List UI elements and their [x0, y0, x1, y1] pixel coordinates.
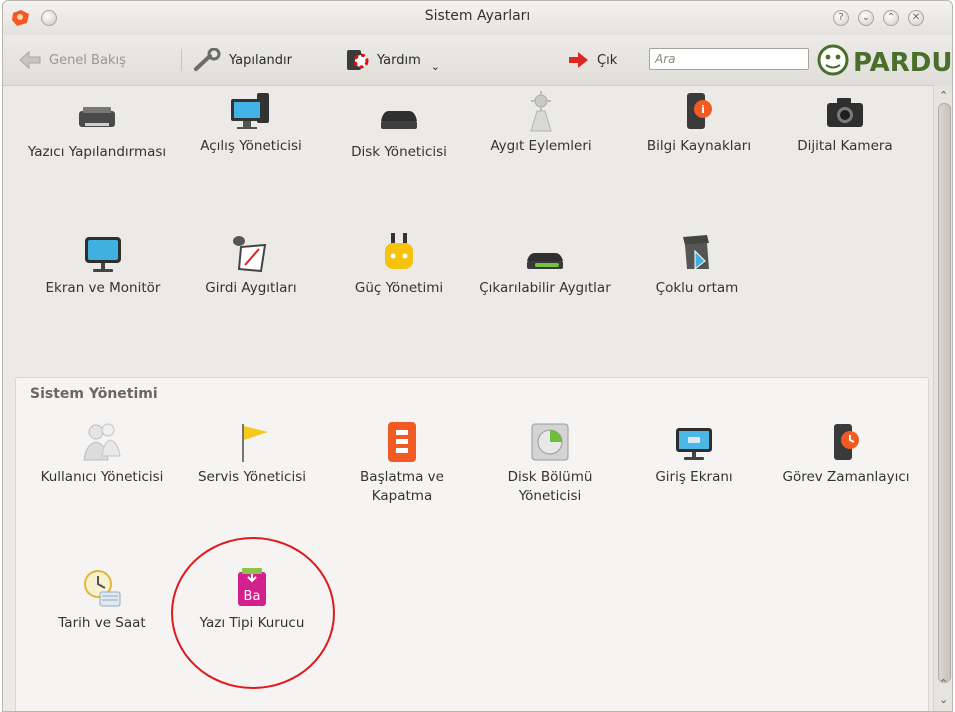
toolbar: Genel Bakış Yapılandır Yardım ⌄ Çık Ara … — [3, 35, 952, 86]
module-label: Girdi Aygıtları — [205, 280, 297, 296]
module-startup-shutdown[interactable]: Başlatma ve Kapatma — [332, 420, 472, 506]
login-screen-icon — [676, 428, 712, 460]
module-label: Disk Bölümü Yöneticisi — [507, 469, 593, 504]
module-font-installer[interactable]: Ba Yazı Tipi Kurucu — [182, 566, 322, 633]
module-device-actions[interactable]: Aygıt Eylemleri — [471, 89, 611, 156]
module-label: Çıkarılabilir Aygıtlar — [479, 280, 611, 296]
module-label: Başlatma ve Kapatma — [360, 469, 444, 504]
scroll-down-arrow-icon[interactable]: ⌄ — [939, 693, 948, 706]
help-title-button[interactable]: ? — [833, 10, 849, 26]
module-printer-config[interactable]: Yazıcı Yapılandırması — [27, 95, 167, 162]
system-settings-window: Sistem Ayarları ? ⌄ ⌃ ✕ Genel Bakış Yapı… — [2, 0, 953, 712]
chevron-down-icon: ⌄ — [430, 59, 440, 73]
module-partition-manager[interactable]: Disk Bölümü Yöneticisi — [480, 420, 620, 506]
startup-icon — [388, 422, 416, 462]
scroll-thumb[interactable] — [938, 103, 951, 683]
module-input-devices[interactable]: Girdi Aygıtları — [181, 231, 321, 298]
svg-text:Ba: Ba — [244, 589, 261, 604]
info-sources-icon: i — [687, 93, 712, 129]
input-devices-icon — [233, 236, 267, 273]
help-label: Yardım — [377, 52, 421, 68]
module-login-screen[interactable]: Giriş Ekranı — [624, 420, 764, 487]
overview-button[interactable]: Genel Bakış — [17, 35, 126, 85]
help-menu-button[interactable]: Yardım ⌄ — [343, 35, 440, 85]
module-label: Tarih ve Saat — [58, 615, 146, 631]
module-display-monitor[interactable]: Ekran ve Monitör — [33, 231, 173, 298]
configure-button[interactable]: Yapılandır — [193, 35, 292, 85]
module-boot-manager[interactable]: Açılış Yöneticisi — [181, 89, 321, 156]
multimedia-icon — [683, 235, 709, 271]
configure-label: Yapılandır — [229, 52, 293, 68]
module-user-manager[interactable]: Kullanıcı Yöneticisi — [32, 420, 172, 487]
module-removable-devices[interactable]: Çıkarılabilir Aygıtlar — [475, 231, 615, 298]
overview-label: Genel Bakış — [49, 52, 126, 68]
camera-icon — [827, 98, 863, 127]
module-power-management[interactable]: Güç Yönetimi — [329, 231, 469, 298]
toolbar-separator — [181, 49, 182, 71]
svg-text:i: i — [701, 103, 705, 116]
module-label: Aygıt Eylemleri — [490, 138, 592, 154]
settings-content: Yazıcı Yapılandırması Açılış Yöneticisi … — [3, 85, 933, 711]
module-label: Açılış Yöneticisi — [200, 138, 302, 154]
module-label: Yazıcı Yapılandırması — [27, 144, 167, 160]
module-label: Görev Zamanlayıcı — [782, 469, 910, 485]
help-life-ring-icon — [347, 50, 369, 70]
module-label: Dijital Kamera — [797, 138, 893, 154]
module-info-sources[interactable]: i Bilgi Kaynakları — [629, 89, 769, 156]
module-label: Yazı Tipi Kurucu — [199, 615, 305, 631]
device-actions-icon — [530, 91, 552, 132]
quit-button[interactable]: Çık — [567, 35, 617, 85]
module-disk-manager[interactable]: Disk Yöneticisi — [329, 95, 469, 162]
search-input[interactable] — [649, 48, 809, 70]
removable-drive-icon — [527, 253, 563, 269]
module-label: Ekran ve Monitör — [45, 280, 161, 296]
module-label: Disk Yöneticisi — [351, 144, 447, 160]
maximize-button[interactable]: ⌃ — [883, 10, 899, 26]
close-button[interactable]: ✕ — [908, 10, 924, 26]
scroll-up-arrow-icon[interactable]: ⌃ — [939, 89, 948, 102]
title-bar: Sistem Ayarları ? ⌄ ⌃ ✕ — [3, 1, 952, 35]
module-digital-camera[interactable]: Dijital Kamera — [775, 89, 915, 156]
vertical-scrollbar[interactable]: ⌃ ⌃ ⌄ — [933, 85, 952, 711]
font-installer-icon: Ba — [238, 568, 266, 606]
users-icon — [83, 423, 121, 461]
module-label: Servis Yöneticisi — [197, 469, 307, 485]
module-label: Giriş Ekranı — [655, 469, 733, 485]
wrench-icon — [194, 48, 221, 71]
module-multimedia[interactable]: Çoklu ortam — [627, 231, 767, 298]
module-label: Çoklu ortam — [655, 280, 739, 296]
clock-icon — [84, 570, 121, 607]
flag-icon — [242, 424, 268, 462]
back-arrow-icon — [19, 50, 41, 70]
quit-label: Çık — [597, 52, 618, 68]
system-management-section: Sistem Yönetimi Kullanıcı Yöneticisi Ser… — [15, 377, 929, 711]
printer-icon — [79, 107, 115, 127]
module-task-scheduler[interactable]: Görev Zamanlayıcı — [776, 420, 916, 487]
partition-icon — [531, 423, 569, 461]
task-scheduler-icon — [834, 424, 859, 460]
module-label: Bilgi Kaynakları — [646, 138, 752, 154]
module-label: Güç Yönetimi — [354, 280, 444, 296]
minimize-button[interactable]: ⌄ — [858, 10, 874, 26]
scroll-up-small-arrow-icon[interactable]: ⌃ — [939, 677, 948, 690]
window-title: Sistem Ayarları — [424, 8, 531, 24]
module-service-manager[interactable]: Servis Yöneticisi — [182, 420, 322, 487]
section-title: Sistem Yönetimi — [30, 386, 158, 402]
pardus-logo: PARDUS — [817, 44, 953, 78]
monitor-computer-icon — [231, 93, 269, 129]
brand-text: PARDUS — [853, 48, 953, 78]
quit-arrow-icon — [569, 52, 588, 68]
display-icon — [85, 237, 121, 272]
hard-disk-icon — [381, 111, 417, 129]
module-label: Kullanıcı Yöneticisi — [40, 469, 164, 485]
module-date-time[interactable]: Tarih ve Saat — [32, 566, 172, 633]
power-plug-icon — [385, 233, 413, 269]
